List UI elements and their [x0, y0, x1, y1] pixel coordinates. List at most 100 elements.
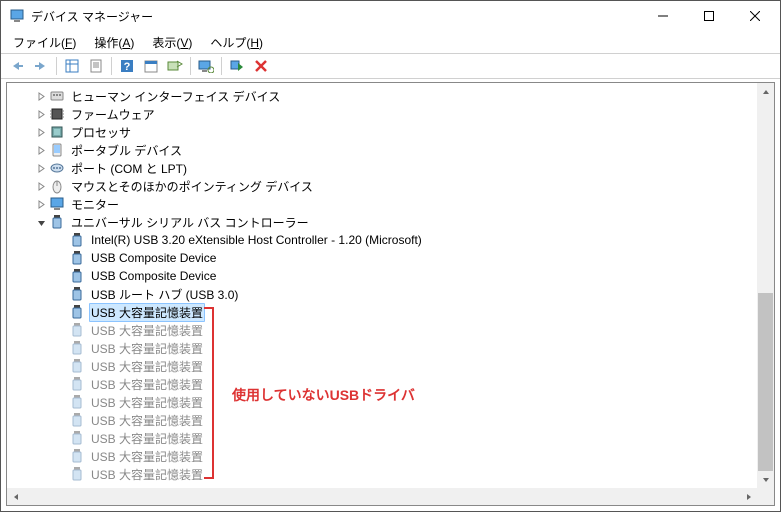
close-button[interactable]	[732, 1, 778, 31]
tree-item-label: マウスとそのほかのポインティング デバイス	[69, 178, 315, 195]
minimize-button[interactable]	[640, 1, 686, 31]
tree-item[interactable]: ポート (COM と LPT)	[7, 159, 774, 177]
scan-hardware-button[interactable]	[194, 55, 218, 77]
app-icon	[9, 8, 25, 24]
portable-icon	[49, 142, 65, 158]
tree-item-label: USB 大容量記憶装置	[89, 322, 205, 339]
update-driver-button[interactable]	[163, 55, 187, 77]
expand-icon[interactable]	[35, 180, 47, 192]
tree-item-label: USB Composite Device	[89, 269, 218, 283]
expand-icon[interactable]	[35, 90, 47, 102]
menu-file[interactable]: ファイル(F)	[5, 32, 84, 53]
titlebar: デバイス マネージャー	[1, 1, 780, 31]
usb-icon	[69, 394, 85, 410]
tree-item[interactable]: USB 大容量記憶装置	[7, 357, 774, 375]
tree-item[interactable]: モニター	[7, 195, 774, 213]
usb-icon	[69, 304, 85, 320]
expand-spacer	[55, 270, 67, 282]
scroll-left-button[interactable]	[7, 488, 24, 505]
expand-spacer	[55, 306, 67, 318]
tree-item[interactable]: USB 大容量記憶装置	[7, 465, 774, 483]
tree-item[interactable]: プロセッサ	[7, 123, 774, 141]
expand-icon[interactable]	[35, 162, 47, 174]
expand-icon[interactable]	[35, 126, 47, 138]
tree-item[interactable]: ファームウェア	[7, 105, 774, 123]
menubar: ファイル(F) 操作(A) 表示(V) ヘルプ(H)	[1, 31, 780, 53]
usb-icon	[69, 412, 85, 428]
menu-action[interactable]: 操作(A)	[86, 32, 142, 53]
tree-item[interactable]: USB 大容量記憶装置	[7, 429, 774, 447]
hid-icon	[49, 88, 65, 104]
mouse-icon	[49, 178, 65, 194]
tree-item-label: USB 大容量記憶装置	[89, 358, 205, 375]
expand-icon[interactable]	[35, 198, 47, 210]
tree-item[interactable]: USB 大容量記憶装置	[7, 339, 774, 357]
enable-device-button[interactable]	[225, 55, 249, 77]
tree-item-label: ヒューマン インターフェイス デバイス	[69, 88, 282, 105]
scroll-corner	[757, 488, 774, 505]
tree-item-label: USB 大容量記憶装置	[89, 430, 205, 447]
tree-item[interactable]: USB 大容量記憶装置	[7, 303, 774, 321]
tree-item-label: USB ルート ハブ (USB 3.0)	[89, 286, 240, 303]
window-title: デバイス マネージャー	[31, 8, 153, 25]
scroll-right-button[interactable]	[740, 488, 757, 505]
tree-panel: ヒューマン インターフェイス デバイスファームウェアプロセッサポータブル デバイ…	[6, 82, 775, 506]
tree-item-label: ポート (COM と LPT)	[69, 160, 189, 177]
tree-item-label: USB 大容量記憶装置	[89, 303, 205, 322]
tree-item-label: USB 大容量記憶装置	[89, 376, 205, 393]
device-tree[interactable]: ヒューマン インターフェイス デバイスファームウェアプロセッサポータブル デバイ…	[7, 83, 774, 483]
scroll-up-button[interactable]	[757, 83, 774, 100]
view-all-button[interactable]	[60, 55, 84, 77]
expand-spacer	[55, 234, 67, 246]
tree-item[interactable]: ユニバーサル シリアル バス コントローラー	[7, 213, 774, 231]
menu-help[interactable]: ヘルプ(H)	[202, 32, 271, 53]
tree-item[interactable]: USB 大容量記憶装置	[7, 447, 774, 465]
tree-item-label: ユニバーサル シリアル バス コントローラー	[69, 214, 311, 231]
expand-spacer	[55, 432, 67, 444]
expand-icon[interactable]	[35, 144, 47, 156]
expand-spacer	[55, 450, 67, 462]
horizontal-scrollbar[interactable]	[7, 488, 757, 505]
tree-item-label: プロセッサ	[69, 124, 133, 141]
annotation-text: 使用していないUSBドライバ	[232, 385, 415, 405]
menu-view[interactable]: 表示(V)	[144, 32, 200, 53]
firmware-icon	[49, 106, 65, 122]
tree-item[interactable]: USB ルート ハブ (USB 3.0)	[7, 285, 774, 303]
tree-item[interactable]: Intel(R) USB 3.20 eXtensible Host Contro…	[7, 231, 774, 249]
tree-item-label: USB 大容量記憶装置	[89, 394, 205, 411]
usb-icon	[69, 448, 85, 464]
forward-button[interactable]	[29, 55, 53, 77]
tree-item[interactable]: USB Composite Device	[7, 267, 774, 285]
usb-icon	[69, 358, 85, 374]
help-button[interactable]: ?	[115, 55, 139, 77]
tree-item[interactable]: USB 大容量記憶装置	[7, 321, 774, 339]
tree-item[interactable]: USB Composite Device	[7, 249, 774, 267]
expand-spacer	[55, 288, 67, 300]
tree-item-label: USB 大容量記憶装置	[89, 412, 205, 429]
collapse-icon[interactable]	[35, 216, 47, 228]
scroll-down-button[interactable]	[757, 471, 774, 488]
usb-icon	[69, 376, 85, 392]
expand-spacer	[55, 342, 67, 354]
usb-icon	[69, 430, 85, 446]
device-manager-window: デバイス マネージャー ファイル(F) 操作(A) 表示(V) ヘルプ(H) ?…	[0, 0, 781, 512]
tree-item[interactable]: マウスとそのほかのポインティング デバイス	[7, 177, 774, 195]
back-button[interactable]	[5, 55, 29, 77]
usb-icon	[69, 250, 85, 266]
tree-item[interactable]: ポータブル デバイス	[7, 141, 774, 159]
port-icon	[49, 160, 65, 176]
vertical-scrollbar[interactable]	[757, 83, 774, 488]
uninstall-device-button[interactable]	[249, 55, 273, 77]
properties-button[interactable]	[84, 55, 108, 77]
cpu-icon	[49, 124, 65, 140]
maximize-button[interactable]	[686, 1, 732, 31]
usb-icon	[69, 466, 85, 482]
expand-spacer	[55, 378, 67, 390]
expand-icon[interactable]	[35, 108, 47, 120]
tree-item[interactable]: ヒューマン インターフェイス デバイス	[7, 87, 774, 105]
scroll-thumb[interactable]	[758, 293, 773, 473]
usb-icon	[69, 322, 85, 338]
svg-text:?: ?	[124, 61, 131, 73]
date-button[interactable]	[139, 55, 163, 77]
tree-item[interactable]: USB 大容量記憶装置	[7, 411, 774, 429]
